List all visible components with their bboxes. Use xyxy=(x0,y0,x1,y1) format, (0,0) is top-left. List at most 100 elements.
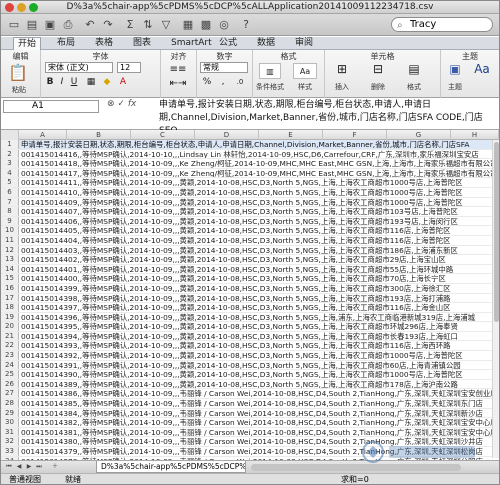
cell-a[interactable]: 001415014404,,等待MSP确认,2014-10-09,,,黄颖,20… xyxy=(21,236,451,245)
cell-a[interactable]: 001415014392,,等待MSP确认,2014-10-09,,,黄颖,20… xyxy=(21,351,463,360)
new-document-icon[interactable]: ▭ xyxy=(5,17,23,32)
conditional-format-icon[interactable]: ▥ xyxy=(259,63,281,79)
row-number[interactable]: 20 xyxy=(1,322,19,331)
row-number[interactable]: 27 xyxy=(1,389,19,399)
row-number[interactable]: 31 xyxy=(1,427,19,437)
zoom-icon[interactable]: ◎ xyxy=(215,17,233,32)
cell-a[interactable]: 001415014417,,等待MSP确认,2014-10-09,,,Ke Zh… xyxy=(21,169,497,178)
column-header-d[interactable]: D xyxy=(195,130,259,140)
table-row[interactable]: 7 001415014409,,等待MSP确认,2014-10-09,,,黄颖,2… xyxy=(1,197,499,208)
view-mode-label[interactable]: 普通视图 xyxy=(9,474,41,484)
column-header-c[interactable]: C xyxy=(131,130,195,140)
row-number[interactable]: 13 xyxy=(1,255,19,264)
table-row[interactable]: 17 001415014398,,等待MSP确认,2014-10-09,,,黄颖,… xyxy=(1,293,499,304)
undo-icon[interactable]: ↶ xyxy=(81,17,99,32)
cell-a[interactable]: 001415014416,,等待MSP确认,2014-10-10,,,Linds… xyxy=(21,150,479,159)
sheet-tab[interactable]: D%3a%5chair-app%5cPDMS%5cDCP%5c xyxy=(96,461,246,473)
cell-a[interactable]: 001415014389,,等待MSP确认,2014-10-09,,,黄颖,20… xyxy=(21,380,458,389)
column-header-f[interactable]: F xyxy=(323,130,387,140)
row-number[interactable]: 1 xyxy=(1,140,19,149)
cell-a[interactable]: 001415014393,,等待MSP确认,2014-10-09,,,黄颖,20… xyxy=(21,341,451,350)
italic-button[interactable]: I xyxy=(57,77,67,88)
table-row[interactable]: 10 001415014405,,等待MSP确认,2014-10-09,,,黄颖,… xyxy=(1,226,499,236)
cell-a[interactable]: 001415014397,,等待MSP确认,2014-10-09,,,黄颖,20… xyxy=(21,303,451,312)
column-header-a[interactable]: A xyxy=(19,130,67,140)
row-number[interactable]: 21 xyxy=(1,331,19,341)
cell-a[interactable]: 001415014401,,等待MSP确认,2014-10-09,,,黄颖,20… xyxy=(21,265,453,274)
cell-a[interactable]: 001415014410,,等待MSP确认,2014-10-09,,,黄颖,20… xyxy=(21,188,463,197)
next-sheet-icon[interactable]: ▶ xyxy=(25,463,33,471)
table-row[interactable]: 1 申请单号,报计安装日期,状态,期限,柜台编号,柜台状态,申请人,申请日期,Ch… xyxy=(1,140,499,150)
print-icon[interactable]: ⎙ xyxy=(59,17,77,32)
borders-icon[interactable]: ▦ xyxy=(85,77,97,88)
table-row[interactable]: 5 001415014411,,等待MSP确认,2014-10-09,,,黄颖,2… xyxy=(1,178,499,188)
table-row[interactable]: 22 001415014393,,等待MSP确认,2014-10-09,,,黄颖,… xyxy=(1,341,499,352)
row-number[interactable]: 33 xyxy=(1,447,19,456)
underline-button[interactable]: U xyxy=(69,77,79,88)
tab-charts[interactable]: 图表 xyxy=(129,37,155,50)
search-input[interactable]: ⌕ Tracy xyxy=(391,17,493,32)
cell-a[interactable]: 001415014402,,等待MSP确认,2014-10-09,,,黄颖,20… xyxy=(21,255,446,264)
bold-button[interactable]: B xyxy=(45,77,55,88)
autosum-icon[interactable]: Σ xyxy=(121,17,139,32)
filter-icon[interactable]: ▽ xyxy=(157,17,175,32)
table-row[interactable]: 4 001415014417,,等待MSP确认,2014-10-09,,,Ke Z… xyxy=(1,168,499,179)
tab-home[interactable]: 开始 xyxy=(13,37,42,51)
table-row[interactable]: 12 001415014403,,等待MSP确认,2014-10-09,,,黄颖,… xyxy=(1,245,499,256)
add-sheet-icon[interactable]: ＋ xyxy=(49,463,61,471)
tab-formulas[interactable]: 公式 xyxy=(215,37,241,50)
column-header-g[interactable]: G xyxy=(387,130,451,140)
row-number[interactable]: 24 xyxy=(1,360,19,370)
save-icon[interactable]: ▣ xyxy=(41,17,59,32)
insert-label[interactable]: 插入 xyxy=(327,82,357,92)
theme-label[interactable]: 主题 xyxy=(441,82,469,92)
table-row[interactable]: 19 001415014396,,等待MSP确认,2014-10-09,,,黄颖,… xyxy=(1,312,499,323)
table-row[interactable]: 28 001415014385,,等待MSP确认,2014-10-09,,,韦丽锋… xyxy=(1,399,499,409)
help-icon[interactable]: ? xyxy=(237,17,255,32)
row-number[interactable]: 17 xyxy=(1,293,19,303)
cell-a[interactable]: 001415014394,,等待MSP确认,2014-10-09,,,黄颖,20… xyxy=(21,332,458,341)
cell-a[interactable]: 001415014405,,等待MSP确认,2014-10-09,,,黄颖,20… xyxy=(21,226,451,235)
cell-styles-icon[interactable]: Aa xyxy=(293,63,317,79)
name-box[interactable]: A1 xyxy=(3,100,99,113)
font-name-select[interactable]: 宋体 (正文) xyxy=(45,62,113,73)
number-format-select[interactable]: 常规 xyxy=(200,62,248,73)
row-number[interactable]: 15 xyxy=(1,274,19,283)
table-row[interactable]: 21 001415014394,,等待MSP确认,2014-10-09,,,黄颖,… xyxy=(1,331,499,342)
paste-label[interactable]: 粘贴 xyxy=(3,85,35,95)
table-row[interactable]: 29 001415014384,,等待MSP确认,2014-10-09,,,韦丽锋… xyxy=(1,408,499,419)
row-number[interactable]: 26 xyxy=(1,379,19,389)
open-folder-icon[interactable]: ▤ xyxy=(23,17,41,32)
row-number[interactable]: 16 xyxy=(1,283,19,293)
sort-icon[interactable]: ⇅ xyxy=(139,17,157,32)
row-number[interactable]: 8 xyxy=(1,207,19,216)
table-row[interactable]: 20 001415014395,,等待MSP确认,2014-10-09,,,黄颖,… xyxy=(1,322,499,332)
gallery-icon[interactable]: ▦ xyxy=(179,17,197,32)
delete-label[interactable]: 删除 xyxy=(363,82,393,92)
decimal-icon[interactable]: .0 xyxy=(232,77,248,88)
styles-label[interactable]: 样式 xyxy=(289,82,321,92)
table-row[interactable]: 18 001415014397,,等待MSP确认,2014-10-09,,,黄颖,… xyxy=(1,303,499,313)
table-row[interactable]: 27 001415014386,,等待MSP确认,2014-10-09,,,韦丽锋… xyxy=(1,389,499,400)
row-number[interactable]: 19 xyxy=(1,312,19,322)
tab-layout[interactable]: 布局 xyxy=(53,37,79,50)
font-size-select[interactable]: 12 xyxy=(117,62,141,73)
redo-icon[interactable]: ↷ xyxy=(99,17,117,32)
row-number[interactable]: 12 xyxy=(1,245,19,255)
row-number[interactable]: 18 xyxy=(1,303,19,312)
vertical-scrollbar[interactable] xyxy=(492,140,499,458)
cell-format-label[interactable]: 格式 xyxy=(399,82,429,92)
conditional-format-label[interactable]: 条件格式 xyxy=(253,82,287,92)
cell-a[interactable]: 001415014399,,等待MSP确认,2014-10-09,,,黄颖,20… xyxy=(21,284,451,293)
table-row[interactable]: 6 001415014410,,等待MSP确认,2014-10-09,,,黄颖,2… xyxy=(1,187,499,198)
font-color-icon[interactable]: A xyxy=(117,77,129,88)
fill-color-icon[interactable]: ◆ xyxy=(101,77,113,88)
table-row[interactable]: 15 001415014400,,等待MSP确认,2014-10-09,,,黄颖,… xyxy=(1,274,499,284)
row-number[interactable]: 29 xyxy=(1,408,19,418)
table-row[interactable]: 30 001415014382,,等待MSP确认,2014-10-09,,,韦丽锋… xyxy=(1,418,499,428)
column-header-h[interactable]: H xyxy=(451,130,499,140)
insert-cells-icon[interactable]: ⊞ xyxy=(333,63,351,75)
row-number[interactable]: 14 xyxy=(1,264,19,274)
table-row[interactable]: 24 001415014391,,等待MSP确认,2014-10-09,,,黄颖,… xyxy=(1,360,499,371)
table-row[interactable]: 13 001415014402,,等待MSP确认,2014-10-09,,,黄颖,… xyxy=(1,255,499,265)
